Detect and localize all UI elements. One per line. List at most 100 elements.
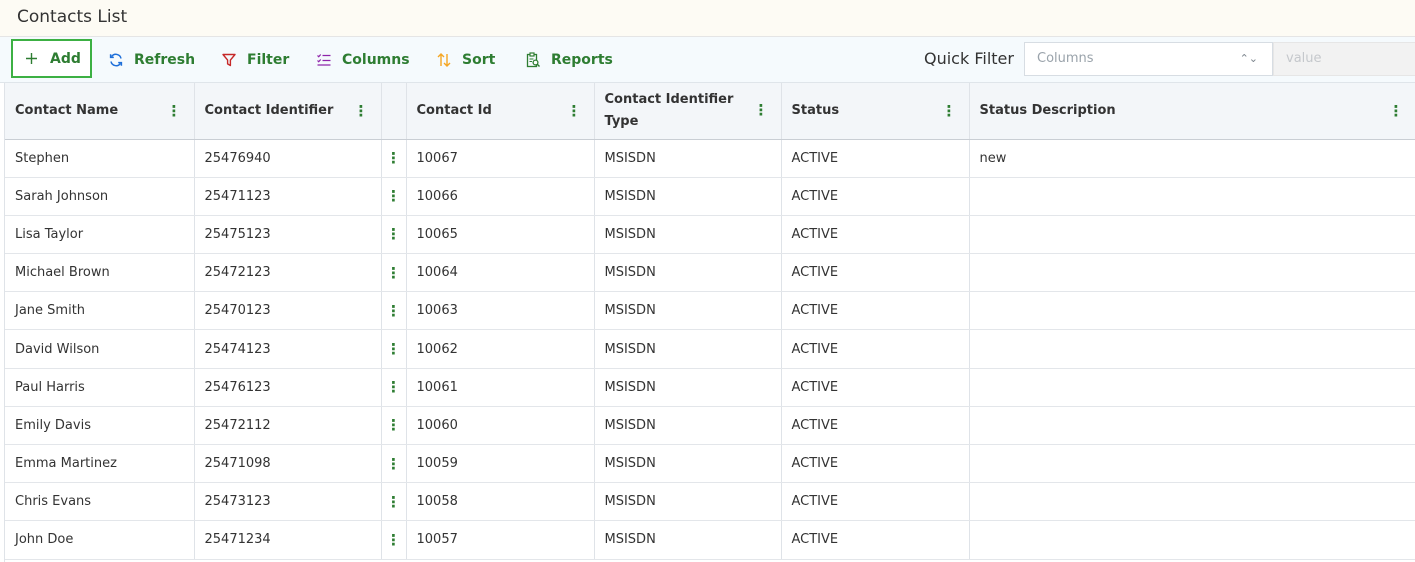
cell-status-description — [969, 444, 1415, 484]
table-row[interactable]: Emily Davis 25472112 ⋮ 10060 MSISDN ACTIVE — [5, 406, 1415, 446]
column-header-status[interactable]: Status ⋮ — [781, 83, 970, 140]
sort-button[interactable]: Sort — [436, 37, 495, 83]
table-row[interactable]: Chris Evans 25473123 ⋮ 10058 MSISDN ACTIVE — [5, 482, 1415, 522]
column-menu-icon[interactable]: ⋮ — [167, 100, 182, 122]
table-row[interactable]: Emma Martinez 25471098 ⋮ 10059 MSISDN ACTIVE — [5, 444, 1415, 484]
cell-status-description — [969, 177, 1415, 216]
row-menu-icon[interactable]: ⋮ — [381, 368, 407, 407]
cell-contact-id: 10057 — [406, 520, 595, 560]
cell-status: ACTIVE — [781, 482, 970, 522]
row-menu-icon[interactable]: ⋮ — [381, 253, 407, 293]
toolbar: Add Refresh Filter Columns Sort Reports … — [0, 37, 1415, 83]
cell-contact-identifier-type: MSISDN — [594, 291, 782, 331]
cell-contact-identifier: 25472112 — [194, 406, 382, 446]
column-menu-icon[interactable]: ⋮ — [754, 99, 769, 121]
row-menu-icon[interactable]: ⋮ — [381, 406, 407, 446]
column-menu-icon[interactable]: ⋮ — [567, 100, 582, 122]
row-menu-icon[interactable]: ⋮ — [381, 329, 407, 369]
quick-filter-value-placeholder: value — [1286, 51, 1322, 66]
cell-contact-name: David Wilson — [5, 329, 195, 369]
row-menu-icon[interactable]: ⋮ — [381, 520, 407, 560]
cell-status: ACTIVE — [781, 368, 970, 407]
row-menu-icon[interactable]: ⋮ — [381, 215, 407, 255]
table-row[interactable]: David Wilson 25474123 ⋮ 10062 MSISDN ACTIVE — [5, 329, 1415, 369]
cell-contact-identifier-type: MSISDN — [594, 444, 782, 484]
column-menu-icon[interactable]: ⋮ — [354, 100, 369, 122]
cell-contact-identifier-type: MSISDN — [594, 139, 782, 178]
column-header-contact-identifier[interactable]: Contact Identifier ⋮ — [194, 83, 382, 140]
column-header-contact-identifier-type[interactable]: Contact Identifier Type ⋮ — [594, 83, 782, 140]
cell-contact-identifier-type: MSISDN — [594, 406, 782, 446]
cell-status: ACTIVE — [781, 329, 970, 369]
table-header-row: Contact Name ⋮ Contact Identifier ⋮ Cont… — [5, 83, 1415, 140]
table-row[interactable]: Sarah Johnson 25471123 ⋮ 10066 MSISDN ACTIVE — [5, 177, 1415, 216]
quick-filter-value-input[interactable]: value — [1273, 42, 1415, 76]
column-header-status-description[interactable]: Status Description ⋮ — [969, 83, 1415, 140]
row-menu-column-header — [381, 83, 407, 140]
row-menu-icon[interactable]: ⋮ — [381, 444, 407, 484]
cell-contact-identifier: 25470123 — [194, 291, 382, 331]
cell-status: ACTIVE — [781, 291, 970, 331]
cell-status-description — [969, 253, 1415, 293]
cell-contact-name: Paul Harris — [5, 368, 195, 407]
column-menu-icon[interactable]: ⋮ — [1389, 100, 1404, 122]
row-menu-icon[interactable]: ⋮ — [381, 177, 407, 216]
table-row[interactable]: Lisa Taylor 25475123 ⋮ 10065 MSISDN ACTIVE — [5, 215, 1415, 255]
row-menu-icon[interactable]: ⋮ — [381, 291, 407, 331]
cell-status: ACTIVE — [781, 406, 970, 446]
column-menu-icon[interactable]: ⋮ — [942, 100, 957, 122]
cell-contact-identifier: 25476940 — [194, 139, 382, 178]
filter-button[interactable]: Filter — [221, 37, 289, 83]
cell-contact-name: Jane Smith — [5, 291, 195, 331]
table-row[interactable]: Stephen 25476940 ⋮ 10067 MSISDN ACTIVE new — [5, 139, 1415, 178]
table-row[interactable]: Jane Smith 25470123 ⋮ 10063 MSISDN ACTIVE — [5, 291, 1415, 331]
cell-status: ACTIVE — [781, 520, 970, 560]
column-header-contact-id[interactable]: Contact Id ⋮ — [406, 83, 595, 140]
table-row[interactable]: Michael Brown 25472123 ⋮ 10064 MSISDN ACTIVE — [5, 253, 1415, 293]
cell-contact-id: 10059 — [406, 444, 595, 484]
cell-contact-identifier-type: MSISDN — [594, 520, 782, 560]
columns-button[interactable]: Columns — [316, 37, 410, 83]
chevron-updown-icon: ⌃⌄ — [1239, 52, 1258, 65]
cell-contact-identifier-type: MSISDN — [594, 329, 782, 369]
quick-filter-label: Quick Filter — [924, 49, 1014, 68]
cell-contact-id: 10066 — [406, 177, 595, 216]
column-header-contact-name[interactable]: Contact Name ⋮ — [5, 83, 195, 140]
cell-status: ACTIVE — [781, 215, 970, 255]
add-button[interactable]: Add — [11, 39, 92, 78]
cell-contact-id: 10062 — [406, 329, 595, 369]
reports-button-label: Reports — [551, 52, 613, 68]
row-menu-icon[interactable]: ⋮ — [381, 482, 407, 522]
cell-contact-name: Michael Brown — [5, 253, 195, 293]
cell-status-description — [969, 482, 1415, 522]
reports-button[interactable]: Reports — [525, 37, 613, 83]
quick-filter-column-select[interactable]: Columns ⌃⌄ — [1024, 42, 1273, 76]
cell-contact-identifier: 25474123 — [194, 329, 382, 369]
cell-contact-id: 10060 — [406, 406, 595, 446]
page-title: Contacts List — [17, 7, 128, 27]
cell-contact-identifier: 25473123 — [194, 482, 382, 522]
refresh-icon — [108, 52, 124, 68]
cell-contact-identifier: 25471234 — [194, 520, 382, 560]
cell-contact-identifier: 25471123 — [194, 177, 382, 216]
title-bar: Contacts List — [0, 0, 1415, 37]
quick-filter-select-value: Columns — [1037, 51, 1094, 66]
cell-status: ACTIVE — [781, 253, 970, 293]
cell-contact-name: Chris Evans — [5, 482, 195, 522]
cell-status-description: new — [969, 139, 1415, 178]
refresh-button[interactable]: Refresh — [108, 37, 195, 83]
cell-contact-identifier: 25472123 — [194, 253, 382, 293]
row-menu-icon[interactable]: ⋮ — [381, 139, 407, 178]
cell-contact-identifier: 25476123 — [194, 368, 382, 407]
cell-contact-identifier: 25471098 — [194, 444, 382, 484]
cell-contact-identifier-type: MSISDN — [594, 482, 782, 522]
cell-status-description — [969, 406, 1415, 446]
table-row[interactable]: John Doe 25471234 ⋮ 10057 MSISDN ACTIVE — [5, 520, 1415, 560]
table-body: Stephen 25476940 ⋮ 10067 MSISDN ACTIVE new Sara… — [5, 139, 1415, 560]
cell-contact-id: 10063 — [406, 291, 595, 331]
table-row[interactable]: Paul Harris 25476123 ⋮ 10061 MSISDN ACTIVE — [5, 368, 1415, 407]
cell-status-description — [969, 215, 1415, 255]
sort-icon — [436, 52, 452, 68]
cell-contact-name: Sarah Johnson — [5, 177, 195, 216]
cell-contact-name: Emily Davis — [5, 406, 195, 446]
